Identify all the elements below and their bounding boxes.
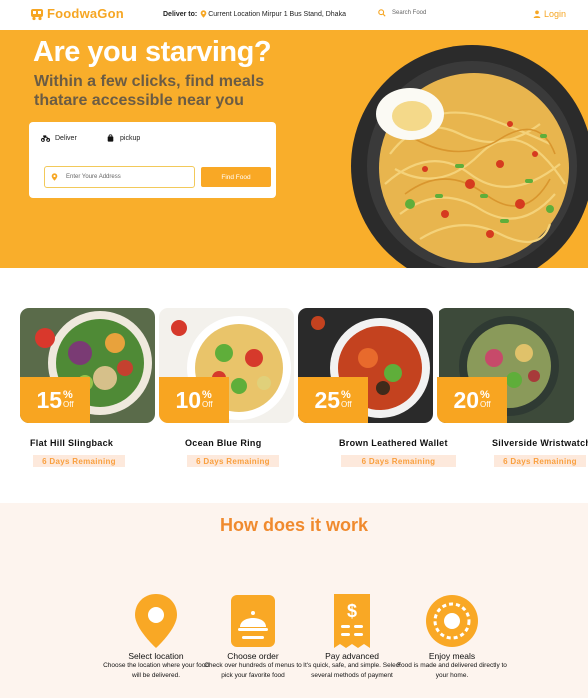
find-food-button[interactable]: Find Food — [201, 167, 271, 187]
discount-badge: 25 % Off — [298, 377, 368, 423]
location-pin-icon — [200, 10, 207, 18]
off-label: Off — [341, 400, 352, 409]
offer-name[interactable]: Silverside Wristwatch — [492, 438, 588, 448]
step-title: Choose order — [227, 651, 279, 661]
motorbike-icon — [41, 135, 50, 142]
percent-sign: % — [202, 389, 212, 401]
step-title: Pay advanced — [325, 651, 379, 661]
step-title: Enjoy meals — [428, 651, 476, 661]
offer-name[interactable]: Flat Hill Slingback — [30, 438, 113, 448]
donut-icon — [426, 595, 478, 647]
hero-section: Are you starving? Within a few clicks, f… — [0, 30, 588, 268]
days-remaining-badge: 6 Days Remaining — [341, 455, 456, 467]
days-remaining-badge: 6 Days Remaining — [494, 455, 586, 467]
search-placeholder: Search Food — [392, 10, 427, 16]
days-remaining-badge: 6 Days Remaining — [187, 455, 279, 467]
off-label: Off — [202, 400, 213, 409]
current-location: Current Location Mirpur 1 Bus Stand, Dha… — [208, 10, 346, 18]
discount-value: 25 — [314, 386, 341, 413]
offer-card[interactable]: 10 % Off — [159, 308, 294, 423]
svg-text:$: $ — [347, 601, 357, 621]
step-select-location: Select location Choose the location wher… — [101, 593, 211, 681]
discount-value: 10 — [175, 386, 202, 413]
login-button[interactable]: Login — [533, 9, 566, 19]
offer-card[interactable]: 20 % Off — [437, 308, 576, 423]
step-description: It's quick, safe, and simple. Select sev… — [303, 662, 401, 679]
tab-pickup[interactable]: pickup — [106, 134, 140, 142]
search-field[interactable]: Search Food — [378, 9, 426, 17]
hero-subtitle: Within a few clicks, find meals thatare … — [34, 73, 265, 109]
login-label: Login — [544, 9, 567, 19]
hero-title: Are you starving? — [33, 36, 272, 68]
offer-card[interactable]: 25 % Off — [298, 308, 433, 423]
discount-value: 20 — [453, 386, 480, 413]
discount-badge: 15 % Off — [20, 377, 90, 423]
off-label: Off — [480, 400, 491, 409]
percent-sign: % — [480, 389, 490, 401]
location-pin-icon — [51, 173, 58, 181]
tab-deliver[interactable]: Deliver — [41, 134, 77, 142]
brand-name: FoodwaGon — [47, 6, 124, 21]
off-label: Off — [63, 400, 74, 409]
order-card: Deliver pickup Enter Youre Address Find … — [29, 122, 276, 198]
tab-pickup-label: pickup — [120, 134, 141, 142]
noodle-bowl-image — [351, 45, 588, 268]
days-remaining-badge: 6 Days Remaining — [33, 455, 125, 467]
food-truck-icon — [31, 8, 43, 20]
offer-name[interactable]: Brown Leathered Wallet — [339, 438, 448, 448]
section-title: How does it work — [219, 515, 369, 535]
step-enjoy-meals: Enjoy meals Food is made and delivered d… — [397, 593, 507, 681]
location-pin-icon — [135, 594, 177, 648]
percent-sign: % — [341, 389, 351, 401]
food-cloche-icon — [231, 595, 275, 647]
discount-value: 15 — [36, 386, 63, 413]
brand-logo[interactable]: FoodwaGon — [30, 6, 124, 21]
step-title: Select location — [128, 651, 184, 661]
deliver-label: Deliver to: — [163, 10, 198, 18]
address-input[interactable]: Enter Youre Address — [44, 166, 195, 188]
shopping-bag-icon — [107, 134, 114, 142]
step-description: Check over hundreds of menus to pick you… — [204, 662, 302, 679]
bill-dollar-icon: $ — [334, 594, 370, 648]
search-icon — [378, 9, 386, 17]
offer-name[interactable]: Ocean Blue Ring — [185, 438, 262, 448]
step-pay-advanced: $ Pay advanced It's quick, safe, and sim… — [297, 593, 407, 681]
user-icon — [533, 10, 541, 18]
step-description: Choose the location where your food will… — [103, 662, 209, 679]
discount-badge: 10 % Off — [159, 377, 229, 423]
how-it-works-section: How does it work Select location Choose … — [0, 503, 588, 698]
step-choose-order: Choose order Check over hundreds of menu… — [198, 593, 308, 681]
deliver-location[interactable]: Deliver to: Current Location Mirpur 1 Bu… — [163, 10, 346, 18]
top-nav: FoodwaGon Deliver to: Current Location M… — [0, 0, 588, 30]
discount-badge: 20 % Off — [437, 377, 507, 423]
percent-sign: % — [63, 389, 73, 401]
offer-card[interactable]: 15 % Off — [20, 308, 155, 423]
tab-deliver-label: Deliver — [55, 134, 77, 142]
step-description: Food is made and delivered directly to y… — [397, 662, 507, 679]
address-placeholder: Enter Youre Address — [66, 174, 121, 180]
